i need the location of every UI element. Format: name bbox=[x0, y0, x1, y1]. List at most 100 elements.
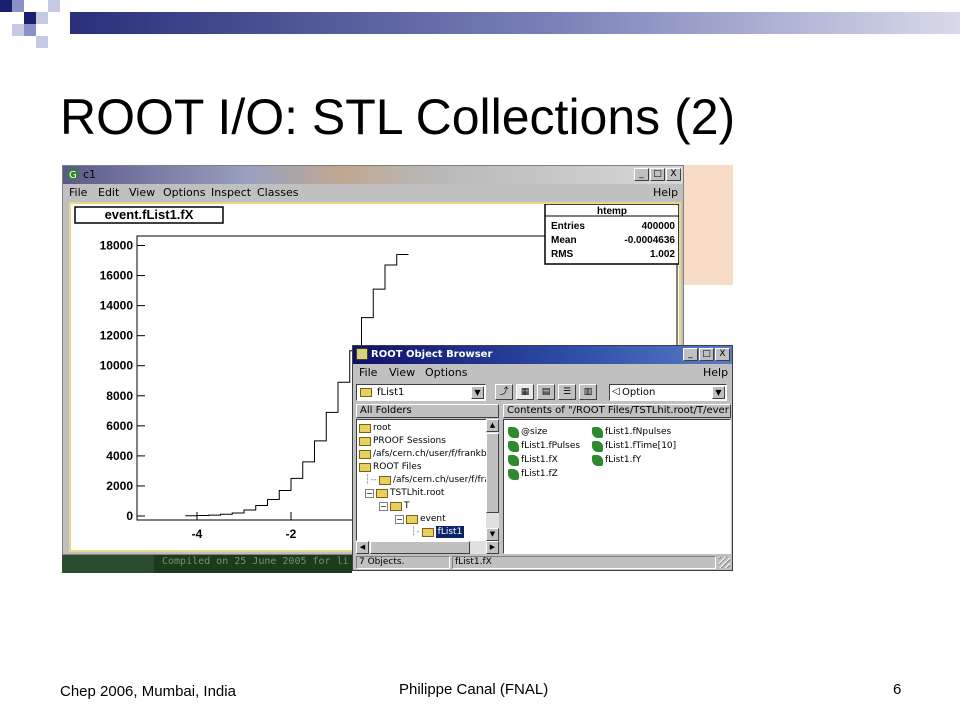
leaf-icon bbox=[592, 440, 603, 452]
location-combo[interactable]: fList1 ▼ bbox=[356, 384, 486, 401]
tree-node-proof-sessions[interactable]: PROOF Sessions bbox=[359, 435, 446, 447]
menu-options[interactable]: Options bbox=[163, 186, 205, 199]
scroll-thumb[interactable] bbox=[370, 541, 470, 554]
slide-title: ROOT I/O: STL Collections (2) bbox=[60, 89, 736, 145]
contents-panel[interactable]: @size fList1.fPulses fList1.fX fList1.fZ… bbox=[503, 419, 731, 554]
resize-grip-icon[interactable] bbox=[719, 557, 730, 568]
folder-icon bbox=[360, 388, 372, 397]
collapse-icon[interactable]: − bbox=[395, 514, 404, 524]
menu-inspect[interactable]: Inspect bbox=[211, 186, 251, 199]
histogram-bin bbox=[291, 478, 303, 516]
tree-node-afs-path[interactable]: /afs/cern.ch/user/f/frankb/sc bbox=[359, 448, 489, 460]
leaf-fnpulses[interactable]: fList1.fNpulses bbox=[592, 426, 671, 438]
tree-node-label: TSTLhit.root bbox=[390, 488, 445, 498]
leaf-fy[interactable]: fList1.fY bbox=[592, 454, 641, 466]
location-combo-value: fList1 bbox=[377, 387, 405, 398]
menu-help[interactable]: Help bbox=[653, 186, 678, 199]
close-button[interactable]: X bbox=[666, 168, 681, 181]
tree-node-t[interactable]: − T bbox=[379, 500, 410, 512]
menu-options[interactable]: Options bbox=[425, 366, 467, 379]
option-combo-value: Option bbox=[622, 387, 656, 398]
corner-square bbox=[24, 12, 36, 24]
large-icons-button[interactable]: ▦ bbox=[516, 384, 534, 400]
menu-file[interactable]: File bbox=[69, 186, 87, 199]
folder-tree[interactable]: root PROOF Sessions /afs/cern.ch/user/f/… bbox=[356, 419, 489, 541]
canvas-menubar: File Edit View Options Inspect Classes H… bbox=[63, 184, 683, 201]
y-tick-label: 12000 bbox=[100, 329, 134, 343]
stats-rms-label: RMS bbox=[551, 249, 574, 260]
folder-icon bbox=[359, 449, 371, 459]
browser-toolbar: fList1 ▼ ⤴ ▦ ▤ ☰ ▥ ◁ Option ▼ bbox=[353, 382, 732, 404]
histogram-bin bbox=[279, 490, 291, 516]
canvas-titlebar[interactable]: G c1 _ □ X bbox=[63, 166, 683, 184]
browser-menubar: File View Options Help bbox=[353, 364, 732, 380]
corner-square bbox=[0, 0, 12, 12]
tree-vertical-scrollbar[interactable]: ▲ ▼ bbox=[486, 419, 499, 541]
background-window-strip bbox=[684, 285, 733, 345]
x-tick-label: -2 bbox=[286, 527, 297, 541]
background-terminal-text: Compiled on 25 June 2005 for li bbox=[162, 556, 349, 567]
folder-icon bbox=[376, 488, 388, 498]
leaf-icon bbox=[592, 426, 603, 438]
leaf-icon bbox=[508, 426, 519, 438]
browser-titlebar[interactable]: ROOT Object Browser _ □ X bbox=[353, 346, 732, 364]
canvas-window-title: c1 bbox=[83, 168, 97, 181]
tree-node-root[interactable]: root bbox=[359, 422, 391, 434]
tree-node-root-files[interactable]: ROOT Files bbox=[359, 461, 422, 473]
menu-classes[interactable]: Classes bbox=[257, 186, 298, 199]
y-tick-label: 6000 bbox=[106, 419, 133, 433]
tree-horizontal-scrollbar[interactable]: ◀ ▶ bbox=[356, 541, 499, 554]
leaf-label: fList1.fZ bbox=[521, 469, 558, 479]
leaf-size[interactable]: @size bbox=[508, 426, 547, 438]
tree-node-tstlhit-root[interactable]: − TSTLhit.root bbox=[365, 487, 444, 499]
folder-icon bbox=[378, 475, 391, 485]
tree-node-event[interactable]: − event bbox=[395, 513, 446, 525]
leaf-ftime[interactable]: fList1.fTime[10] bbox=[592, 440, 676, 452]
y-tick-label: 8000 bbox=[106, 389, 133, 403]
leaf-label: fList1.fY bbox=[605, 455, 642, 465]
scroll-down-button[interactable]: ▼ bbox=[486, 528, 499, 541]
list-view-button[interactable]: ☰ bbox=[558, 384, 576, 400]
tree-node-flist1[interactable]: ┆- fList1 bbox=[411, 526, 465, 538]
close-button[interactable]: X bbox=[715, 348, 730, 361]
collapse-icon[interactable]: − bbox=[365, 488, 374, 498]
leaf-fz[interactable]: fList1.fZ bbox=[508, 468, 558, 480]
minimize-button[interactable]: _ bbox=[683, 348, 698, 361]
menu-view[interactable]: View bbox=[389, 366, 415, 379]
menu-edit[interactable]: Edit bbox=[98, 186, 119, 199]
scroll-right-button[interactable]: ▶ bbox=[486, 541, 499, 554]
folder-up-button[interactable]: ⤴ bbox=[495, 384, 513, 400]
small-icons-button[interactable]: ▤ bbox=[537, 384, 555, 400]
collapse-icon[interactable]: − bbox=[379, 501, 388, 511]
scroll-left-button[interactable]: ◀ bbox=[356, 541, 369, 554]
chevron-down-icon[interactable]: ▼ bbox=[471, 386, 484, 399]
leaf-label: fList1.fPulses bbox=[521, 441, 581, 451]
maximize-button[interactable]: □ bbox=[699, 348, 714, 361]
menu-help[interactable]: Help bbox=[703, 366, 728, 379]
leaf-fpulses[interactable]: fList1.fPulses bbox=[508, 440, 580, 452]
menu-file[interactable]: File bbox=[359, 366, 377, 379]
maximize-button[interactable]: □ bbox=[650, 168, 665, 181]
leaf-icon bbox=[508, 454, 519, 466]
footer-center: Philippe Canal (FNAL) bbox=[399, 681, 549, 698]
status-selected-item: fList1.fX bbox=[452, 556, 716, 569]
tree-node-label: /afs/cern.ch/user/f/frankb/sc bbox=[373, 449, 489, 459]
stats-entries-value: 400000 bbox=[642, 221, 676, 232]
leaf-fx[interactable]: fList1.fX bbox=[508, 454, 558, 466]
option-combo[interactable]: ◁ Option ▼ bbox=[609, 384, 727, 401]
details-view-button[interactable]: ▥ bbox=[579, 384, 597, 400]
browser-app-icon bbox=[356, 348, 368, 360]
tree-node-afs-user[interactable]: ┆-- /afs/cern.ch/user/f/frankb bbox=[365, 474, 488, 486]
scroll-thumb[interactable] bbox=[486, 433, 499, 513]
corner-square bbox=[12, 24, 24, 36]
histogram-bin bbox=[268, 499, 280, 516]
minimize-button[interactable]: _ bbox=[634, 168, 649, 181]
scroll-up-button[interactable]: ▲ bbox=[486, 419, 499, 432]
background-window-strip bbox=[684, 165, 733, 285]
stats-mean-value: -0.0004636 bbox=[624, 235, 675, 246]
menu-view[interactable]: View bbox=[129, 186, 155, 199]
all-folders-header: All Folders bbox=[356, 404, 499, 418]
chevron-down-icon[interactable]: ▼ bbox=[712, 386, 725, 399]
folder-icon bbox=[421, 527, 434, 537]
y-tick-label: 10000 bbox=[100, 359, 134, 373]
